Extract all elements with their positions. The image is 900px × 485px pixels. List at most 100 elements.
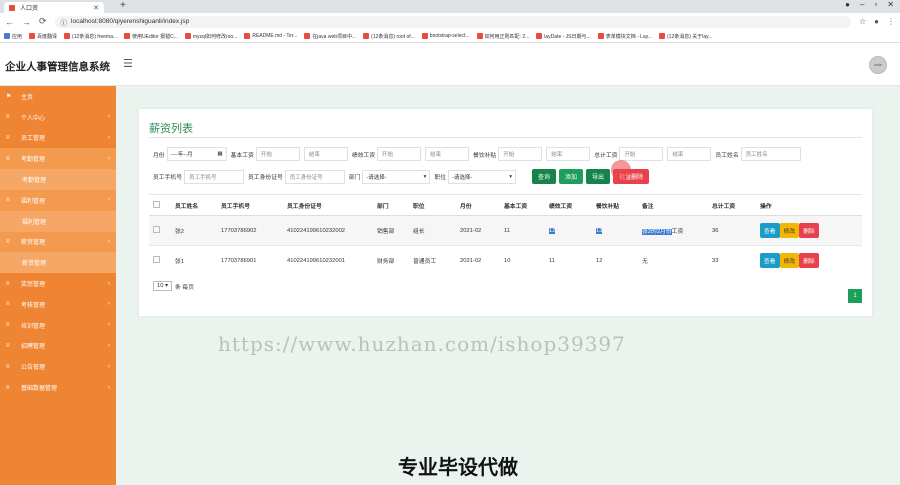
bookmark-item[interactable]: bootstrap-select... [421,33,470,39]
sidebar-item[interactable]: 考勤管理 [0,169,116,190]
department-select[interactable]: -请选择- ▾ [362,169,431,184]
bookmark-item[interactable]: 使用UEditor 报错C... [124,33,178,40]
add-button[interactable]: 添加 [559,169,584,184]
menu-toggle-icon[interactable]: ☰ [123,57,133,70]
view-button[interactable]: 查看 [760,253,780,269]
apps-icon [4,33,10,39]
close-window-icon[interactable]: ✕ [887,0,894,9]
sidebar-item[interactable]: ≡ 考核管理 ‹ [0,294,116,315]
watermark-caption: 专业毕设代做 [398,457,518,479]
bookmark-favicon-icon [184,33,191,39]
bookmark-star-icon[interactable]: ☆ [859,17,866,26]
chevron-icon: ‹ [108,238,110,245]
cell-idno: 410224199610232001 [283,245,373,276]
cell-name: 张1 [171,245,217,276]
page-number-button[interactable]: 1 [848,289,862,303]
position-select[interactable]: -请选择- ▾ [448,169,517,184]
edit-button[interactable]: 修改 [779,253,800,269]
calendar-icon[interactable]: ▦ [217,151,222,157]
perf-salary-start-input[interactable]: 开始 [377,147,422,161]
base-salary-start-input[interactable]: 开始 [255,147,300,161]
chevron-icon: ‹ [108,114,110,121]
sidebar-item[interactable]: ≡ 奖惩管理 ‹ [0,273,116,294]
sidebar-item[interactable]: ≡ 基础数据管理 ‹ [0,377,116,398]
sidebar-item[interactable]: 薪资管理 [0,252,116,274]
chevron-icon: ‹ [108,322,110,329]
view-button[interactable]: 查看 [760,223,780,238]
edit-button[interactable]: 修改 [779,223,800,238]
minimize-icon[interactable]: – [860,0,864,9]
sidebar-item[interactable]: ≡ 福利管理 ‹ [0,189,116,211]
search-button[interactable]: 查询 [532,169,557,184]
bookmark-item[interactable]: 表单模块文档 - Lay... [597,33,652,40]
browser-menu-icon[interactable]: ⋮ [887,17,895,26]
total-start-input[interactable]: 开始 [619,147,664,161]
back-icon[interactable]: ← [5,17,14,27]
bookmark-item[interactable]: README.md - Ter... [244,33,297,39]
sidebar-item[interactable]: ≡ 招聘管理 ‹ [0,336,116,357]
month-input[interactable]: ----年--月 ▦ [166,147,227,161]
sidebar-item-label: 个人中心 [21,115,46,122]
sidebar-item-label: 考核管理 [21,302,46,309]
reload-icon[interactable]: ⟳ [39,16,47,27]
delete-button[interactable]: 删除 [799,223,819,238]
bookmark-item[interactable]: 在java web项目中... [304,33,356,40]
row-checkbox[interactable] [153,226,160,233]
account-icon[interactable]: ● [845,0,850,9]
delete-button[interactable]: 删除 [799,253,819,269]
total-salary-label: 总计工资 [594,152,618,159]
sidebar-item[interactable]: 福利管理 [0,210,116,232]
main-content: 薪资列表 月份 ----年--月 ▦ 基本工资 开始 结束 绩效工资 开始 结束… [116,86,900,485]
export-button[interactable]: 导出 [586,169,611,184]
close-tab-icon[interactable]: ✕ [93,4,99,12]
perf-salary-end-input[interactable]: 结束 [425,147,470,161]
avatar[interactable]: dude [869,56,887,74]
bookmark-item[interactable]: 应用 [4,33,22,40]
sidebar-item[interactable]: ⚑ 主页 [0,86,116,107]
bookmark-item[interactable]: 百度翻译 [29,33,57,40]
profile-icon[interactable]: ● [874,17,879,26]
row-checkbox[interactable] [153,256,160,264]
forward-icon[interactable]: → [22,17,31,27]
maximize-icon[interactable]: ▫ [874,0,877,9]
employee-id-input[interactable]: 员工身份证号 [284,169,345,184]
bookmark-item[interactable]: (12条消息) root of... [363,33,415,40]
select-all-checkbox[interactable] [153,200,160,208]
sidebar-item[interactable]: ≡ 个人中心 ‹ [0,107,116,128]
bookmark-item[interactable]: (12条消息) 关于lay... [659,33,712,40]
bookmark-item[interactable]: 如何用正则匹配: 2... [476,33,529,40]
sidebar-item[interactable]: ≡ 员工管理 ‹ [0,128,116,149]
chevron-icon: ‹ [108,280,110,287]
employee-phone-input[interactable]: 员工手机号 [184,169,244,184]
new-tab-icon[interactable]: + [120,0,126,11]
cell-post: 组长 [409,215,456,246]
bookmark-favicon-icon [304,33,311,39]
meal-end-input[interactable]: 结束 [546,147,591,161]
sidebar-item[interactable]: ≡ 培训管理 ‹ [0,315,116,336]
bookmark-item[interactable]: layDate - JS日期与... [536,33,591,40]
note-highlight: 张2的2月份 [642,229,672,235]
sidebar-item[interactable]: ≡ 薪资管理 ‹ [0,231,116,253]
site-info-icon[interactable]: ⓘ [61,17,68,27]
url-field[interactable]: ⓘ localhost:8080/qiyerenshiguanli/index.… [54,15,851,28]
cell-perf: 11 [545,245,592,276]
cell-idno: 410224199610232002 [283,215,373,246]
employee-name-input[interactable]: 员工姓名 [740,147,801,161]
bookmark-item[interactable]: (12条消息) freema... [64,33,117,40]
page-size-select[interactable]: 10 ▾ [153,281,172,291]
perf-salary-label: 绩效工资 [351,152,376,159]
meal-allowance-label: 餐饮补贴 [473,152,497,159]
cell-meal: 13 [596,227,603,234]
sidebar-item[interactable]: ≡ 考勤管理 ‹ [0,148,116,170]
chevron-down-icon: ▾ [423,173,427,180]
browser-tab[interactable]: 人口资 ✕ [4,2,104,13]
col-dept: 部门 [373,194,409,216]
base-salary-end-input[interactable]: 结束 [303,147,348,161]
bookmark-item[interactable]: mysql如何修改roo... [184,33,237,40]
filter-row-2: 员工手机号 员工手机号 员工身份证号 员工身份证号 部门 -请选择- ▾ 职位 … [153,169,652,184]
sidebar-item[interactable]: ≡ 公告管理 ‹ [0,356,116,377]
cell-meal: 12 [592,245,638,276]
total-end-input[interactable]: 结束 [667,147,712,161]
meal-start-input[interactable]: 开始 [498,147,543,161]
cell-phone: 17703786902 [217,215,283,246]
